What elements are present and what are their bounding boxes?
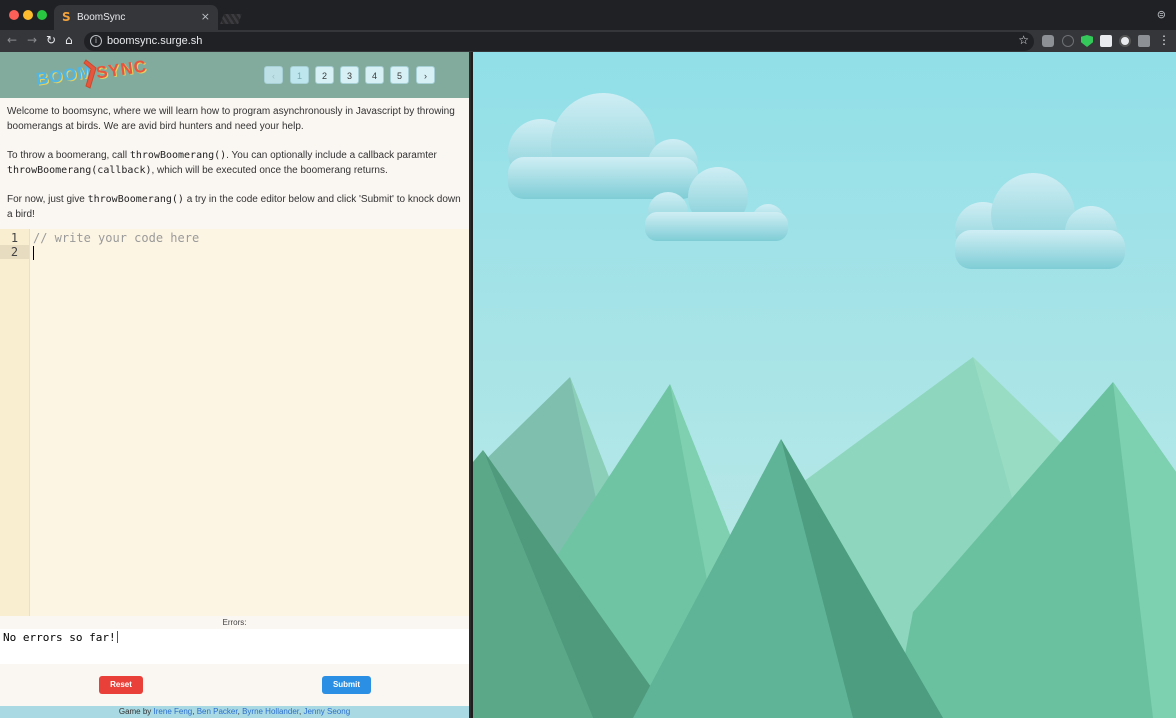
url-text[interactable]: boomsync.surge.sh (107, 35, 202, 47)
pager-page-2[interactable]: 2 (315, 66, 334, 84)
left-panel: BOOM SYNC ‹ 1 2 3 4 5 › Welcome to booms… (0, 52, 471, 718)
forward-arrow-icon[interactable]: → (27, 33, 37, 47)
footer-prefix: Game by (118, 707, 154, 716)
code-line-comment[interactable]: // write your code here (33, 231, 199, 245)
code-snippet: throwBoomerang(callback) (7, 165, 152, 176)
maximize-window-button[interactable] (37, 10, 47, 20)
game-scene[interactable] (473, 52, 1176, 718)
address-bar[interactable]: i boomsync.surge.sh ☆ (84, 32, 1034, 51)
extension-circle-icon[interactable] (1062, 35, 1074, 47)
tab-close-icon[interactable]: × (201, 10, 210, 23)
instructions-text: , which will be executed once the boomer… (151, 165, 388, 176)
instructions-text: For now, just give (7, 194, 88, 205)
errors-label: Errors: (222, 618, 247, 627)
browser-window: S BoomSync × ⊜ ← → ↻ ⌂ i boomsync.surge.… (0, 0, 1176, 718)
submit-button[interactable]: Submit (322, 676, 371, 694)
pager-next-button[interactable]: › (416, 66, 435, 84)
pager-page-1[interactable]: 1 (290, 66, 309, 84)
instructions-intro: Welcome to boomsync, where we will learn… (7, 106, 455, 132)
pager-page-4[interactable]: 4 (365, 66, 384, 84)
line-number: 1 (10, 231, 19, 245)
text-cursor (33, 246, 34, 260)
extension-square-icon[interactable] (1100, 35, 1112, 47)
extension-target-icon[interactable] (1119, 35, 1131, 47)
pager-page-3[interactable]: 3 (340, 66, 359, 84)
back-arrow-icon[interactable]: ← (7, 33, 17, 47)
menu-dots-icon[interactable]: ⋮ (1158, 33, 1170, 47)
browser-toolbar: ← → ↻ ⌂ i boomsync.surge.sh ☆ ⋮ (0, 30, 1176, 52)
pager-prev-button[interactable]: ‹ (264, 66, 283, 84)
author-link-byrne[interactable]: Byrne Hollander (242, 707, 299, 716)
boomsync-logo[interactable]: BOOM SYNC (32, 56, 152, 94)
home-icon[interactable]: ⌂ (65, 33, 73, 47)
instructions: Welcome to boomsync, where we will learn… (7, 104, 463, 236)
reset-button[interactable]: Reset (99, 676, 143, 694)
errors-output[interactable]: No errors so far! (0, 629, 469, 664)
minimize-window-button[interactable] (23, 10, 33, 20)
scene-canvas (473, 52, 1176, 718)
close-window-button[interactable] (9, 10, 19, 20)
instructions-throw: To throw a boomerang, call throwBoomeran… (7, 148, 463, 178)
star-icon[interactable]: ☆ (1018, 33, 1029, 47)
tab-title: BoomSync (77, 12, 126, 23)
reload-icon[interactable]: ↻ (46, 33, 56, 47)
extension-shield-icon[interactable] (1081, 35, 1093, 47)
author-link-jenny[interactable]: Jenny Seong (303, 707, 350, 716)
code-editor[interactable]: 1 2 // write your code here (0, 229, 469, 616)
errors-text: No errors so far! (3, 631, 118, 644)
tab-search-icon[interactable]: ⊜ (1157, 8, 1166, 21)
page-content: BOOM SYNC ‹ 1 2 3 4 5 › Welcome to booms… (0, 52, 1176, 718)
header-bar: BOOM SYNC ‹ 1 2 3 4 5 › (0, 52, 469, 98)
favicon-icon: S (62, 10, 71, 24)
info-icon[interactable]: i (90, 35, 102, 47)
new-tab-button[interactable] (220, 14, 242, 24)
instructions-text: To throw a boomerang, call (7, 150, 130, 161)
code-snippet: throwBoomerang() (129, 150, 227, 161)
instructions-text: . You can optionally include a callback … (226, 150, 437, 161)
text-caret (116, 631, 118, 643)
errors-message: No errors so far! (3, 631, 116, 644)
pager-page-5[interactable]: 5 (390, 66, 409, 84)
line-number: 2 (0, 245, 29, 259)
browser-tab[interactable]: S BoomSync × (54, 5, 218, 30)
instructions-try: For now, just give throwBoomerang() a tr… (7, 192, 463, 222)
credits-footer: Game by Irene Feng, Ben Packer, Byrne Ho… (0, 706, 469, 718)
code-snippet: throwBoomerang() (87, 194, 184, 205)
logo-sync-text: SYNC (94, 56, 149, 83)
extension-cast-icon[interactable] (1138, 35, 1150, 47)
line-number-gutter: 1 2 (0, 229, 30, 616)
author-link-ben[interactable]: Ben Packer (197, 707, 238, 716)
author-link-irene[interactable]: Irene Feng (154, 707, 193, 716)
extension-mail-icon[interactable] (1042, 35, 1054, 47)
tab-bar: S BoomSync × ⊜ (0, 0, 1176, 30)
